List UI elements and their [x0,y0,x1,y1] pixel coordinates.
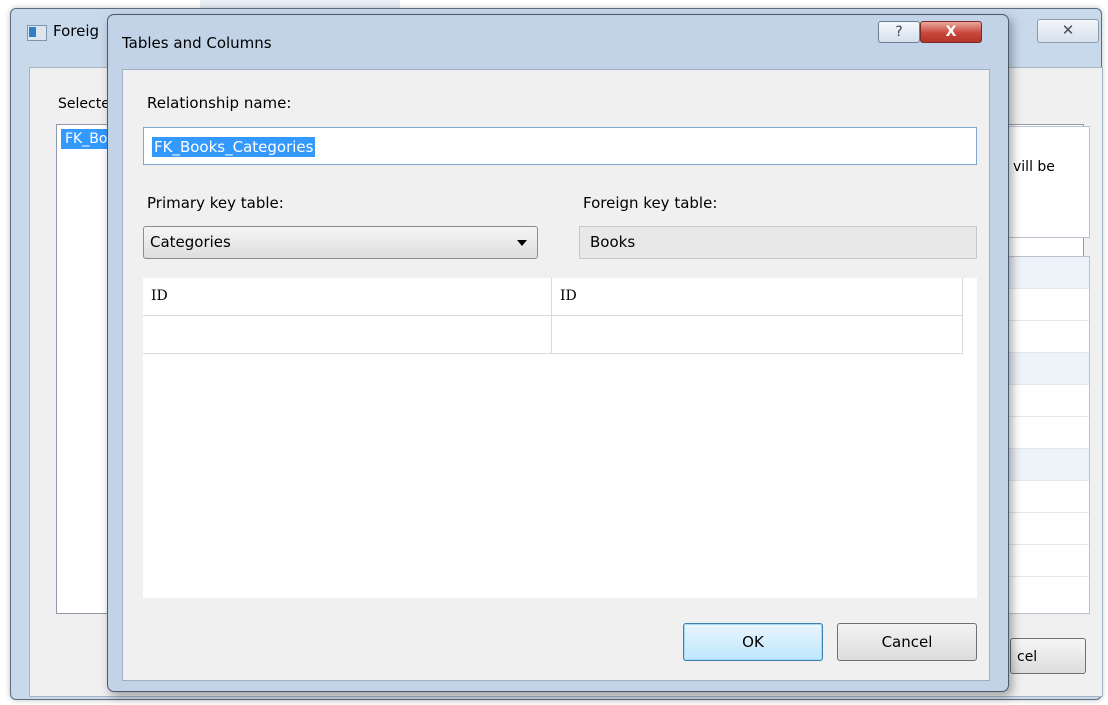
help-icon: ? [895,24,903,40]
primary-column-cell[interactable]: ID [143,278,552,315]
table-row[interactable]: ID ID [143,278,963,316]
properties-grid[interactable] [1008,256,1090,614]
tables-and-columns-dialog: Tables and Columns ? X Relationship name… [107,14,1009,692]
dialog-title: Tables and Columns [122,34,272,52]
foreign-column-cell[interactable] [552,316,963,353]
dialog-content: Relationship name: FK_Books_Categories P… [122,69,990,681]
foreign-key-table-value: Books [590,233,636,251]
help-button[interactable]: ? [878,21,920,43]
ok-button[interactable]: OK [683,623,823,661]
primary-key-table-dropdown[interactable]: Categories [143,226,538,259]
grid-row [1009,385,1089,417]
grid-row [1009,321,1089,353]
foreign-key-table-field: Books [579,226,977,259]
cancel-button[interactable]: Cancel [837,623,977,661]
chevron-down-icon [517,240,527,246]
grid-row [1009,449,1089,481]
grid-row [1009,545,1089,577]
info-box [1008,126,1090,238]
relationship-name-value: FK_Books_Categories [152,137,316,157]
window-app-icon [27,25,47,41]
background-window-title: Foreig [53,22,100,40]
foreign-column-cell[interactable]: ID [552,278,963,315]
selected-relationship-label: Selecte [58,96,110,112]
primary-column-cell[interactable] [143,316,552,353]
grid-row [1009,353,1089,385]
background-cancel-button[interactable]: cel [1010,638,1086,674]
relationship-name-label: Relationship name: [147,94,292,112]
background-close-button[interactable]: ✕ [1037,19,1099,43]
grid-row [1009,289,1089,321]
foreign-key-table-label: Foreign key table: [583,194,718,212]
columns-grid[interactable]: ID ID [143,278,977,598]
info-text: vill be [1013,159,1055,175]
close-icon: X [945,24,957,40]
grid-row [1009,417,1089,449]
grid-row [1009,513,1089,545]
close-button[interactable]: X [920,21,982,43]
primary-key-table-value: Categories [150,233,231,251]
primary-key-table-label: Primary key table: [147,194,284,212]
table-row[interactable] [143,316,963,354]
relationship-name-input[interactable]: FK_Books_Categories [143,127,977,165]
grid-row [1009,257,1089,289]
grid-row [1009,481,1089,513]
